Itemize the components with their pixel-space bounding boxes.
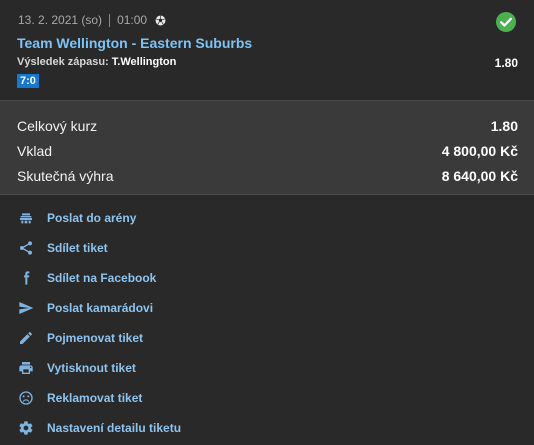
rename-ticket-button[interactable]: Pojmenovat tiket (17, 328, 143, 348)
action-label: Sdílet na Facebook (47, 271, 157, 285)
summary-value: 1.80 (490, 118, 518, 134)
summary-row-total-odds: Celkový kurz 1.80 (17, 118, 518, 134)
share-ticket-button[interactable]: Sdílet tiket (17, 238, 108, 258)
printer-icon (17, 359, 35, 377)
bet-odd: 1.80 (494, 56, 518, 70)
summary-label: Skutečná výhra (17, 168, 114, 184)
summary-label: Vklad (17, 143, 53, 159)
soccer-ball-icon (155, 15, 166, 26)
action-label: Poslat kamarádovi (47, 301, 154, 315)
facebook-icon (17, 269, 35, 287)
action-label: Poslat do arény (47, 211, 137, 225)
check-circle-icon (496, 12, 516, 32)
send-to-friend-button[interactable]: Poslat kamarádovi (17, 298, 153, 318)
print-ticket-button[interactable]: Vytisknout tiket (17, 358, 136, 378)
arena-icon (17, 209, 35, 227)
bet-pick: T.Wellington (111, 56, 177, 68)
send-icon (17, 299, 35, 317)
summary-row-actual-win: Skutečná výhra 8 640,00 Kč (17, 168, 518, 184)
match-date: 13. 2. 2021 (so) (18, 13, 103, 27)
ticket-summary: Celkový kurz 1.80 Vklad 4 800,00 Kč Skut… (0, 100, 534, 195)
bet-label: Výsledek zápasu: (17, 56, 109, 68)
summary-value: 4 800,00 Kč (441, 143, 518, 159)
summary-label: Celkový kurz (17, 118, 98, 134)
ticket-actions: Poslat do arény Sdílet tiket Sdílet na F… (0, 196, 534, 445)
action-label: Nastavení detailu tiketu (47, 421, 182, 435)
separator (109, 13, 111, 27)
claim-ticket-button[interactable]: Reklamovat tiket (17, 388, 142, 408)
action-label: Pojmenovat tiket (47, 331, 144, 345)
gear-icon (17, 419, 35, 437)
send-to-arena-button[interactable]: Poslat do arény (17, 208, 136, 228)
bet-line: Výsledek zápasu: T.Wellington (17, 56, 176, 68)
summary-row-stake: Vklad 4 800,00 Kč (17, 143, 518, 159)
action-label: Reklamovat tiket (47, 391, 143, 405)
action-label: Vytisknout tiket (47, 361, 136, 375)
match-datetime: 13. 2. 2021 (so) 01:00 (18, 13, 166, 27)
ticket-detail-settings-button[interactable]: Nastavení detailu tiketu (17, 418, 181, 438)
pencil-icon (17, 329, 35, 347)
share-facebook-button[interactable]: Sdílet na Facebook (17, 268, 156, 288)
match-title[interactable]: Team Wellington - Eastern Suburbs (17, 35, 252, 51)
score-badge: 7:0 (17, 74, 39, 88)
match-time: 01:00 (117, 13, 148, 27)
share-icon (17, 239, 35, 257)
ticket-header: 13. 2. 2021 (so) 01:00 Team Wellington -… (0, 0, 534, 100)
sad-face-icon (17, 389, 35, 407)
action-label: Sdílet tiket (47, 241, 108, 255)
summary-value: 8 640,00 Kč (441, 168, 518, 184)
